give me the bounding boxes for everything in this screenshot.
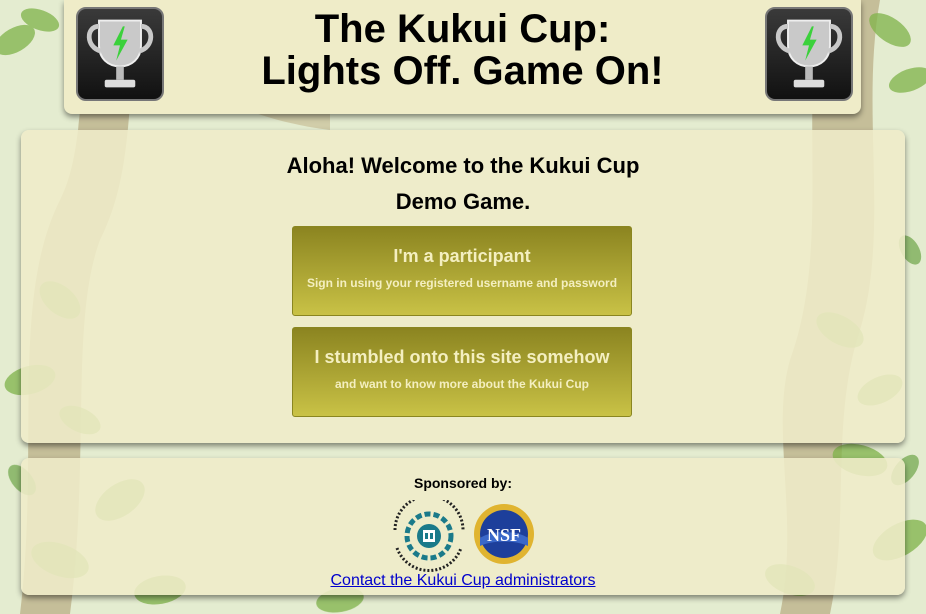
nsf-logo[interactable]: NSF [472, 502, 536, 566]
sponsor-panel: Sponsored by: NSF Contact the Kukui Cup … [21, 458, 905, 595]
participant-button[interactable]: I'm a participant Sign in using your reg… [292, 226, 632, 316]
participant-button-subtext: Sign in using your registered username a… [306, 276, 618, 290]
welcome-line-1: Aloha! Welcome to the Kukui Cup [286, 153, 640, 178]
contact-admins-link[interactable]: Contact the Kukui Cup administrators [21, 572, 905, 590]
participant-button-label: I'm a participant [393, 246, 531, 266]
trophy-icon [765, 7, 853, 101]
sponsored-by-label: Sponsored by: [413, 475, 512, 491]
visitor-button-subtext: and want to know more about the Kukui Cu… [335, 377, 589, 391]
csdl-logo[interactable] [387, 500, 471, 572]
welcome-line-2: Demo Game. [395, 189, 531, 214]
header-banner: The Kukui Cup: Lights Off. Game On! [64, 0, 861, 114]
welcome-panel: Aloha! Welcome to the Kukui Cup Demo Gam… [21, 130, 905, 443]
visitor-button[interactable]: I stumbled onto this site somehow and wa… [292, 327, 632, 417]
welcome-heading: Aloha! Welcome to the Kukui Cup Demo Gam… [21, 148, 905, 220]
visitor-button-label: I stumbled onto this site somehow [314, 347, 610, 367]
title-line-1: The Kukui Cup: [314, 7, 611, 51]
title-line-2: Lights Off. Game On! [261, 49, 664, 93]
trophy-icon-art [775, 19, 843, 88]
svg-text:NSF: NSF [487, 525, 521, 545]
page-title: The Kukui Cup: Lights Off. Game On! [64, 8, 861, 92]
